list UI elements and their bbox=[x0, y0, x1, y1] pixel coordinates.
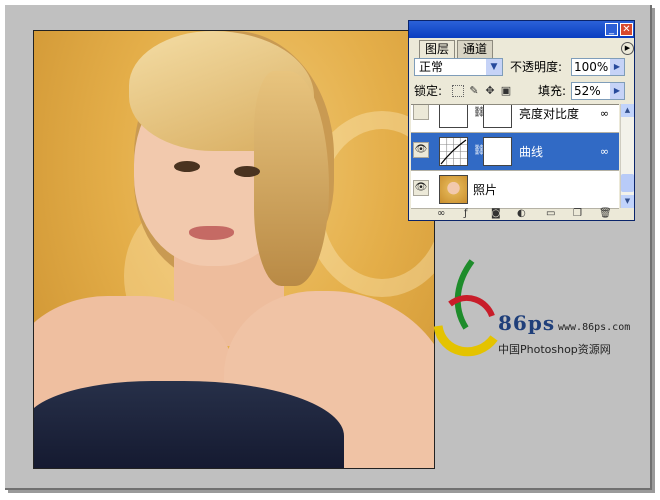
tab-layers[interactable]: 图层 bbox=[419, 40, 456, 58]
lips bbox=[189, 226, 234, 240]
panel-tabs: 图层 通道 bbox=[409, 40, 634, 58]
opacity-label: 不透明度: bbox=[510, 60, 563, 74]
scroll-down-icon[interactable]: ▼ bbox=[621, 195, 634, 208]
lock-row: 锁定: ✎ ✥ ▣ 填充: 52% ▶ bbox=[414, 82, 632, 102]
fill-input[interactable]: 52% ▶ bbox=[571, 82, 625, 100]
fill-value: 52% bbox=[574, 84, 601, 98]
fill-label: 填充: bbox=[538, 84, 567, 98]
visibility-toggle[interactable] bbox=[413, 105, 429, 120]
layers-scrollbar[interactable]: ▲ ▼ bbox=[620, 104, 634, 208]
eye-right bbox=[234, 166, 260, 177]
layers-panel: _ ✕ 图层 通道 ▶ 正常 ▼ 不透明度: 100% ▶ 锁定: ✎ ✥ ▣ … bbox=[408, 20, 635, 221]
eye-icon[interactable]: 👁 bbox=[413, 180, 429, 196]
scroll-up-icon[interactable]: ▲ bbox=[621, 104, 634, 117]
new-layer-icon[interactable]: ❐ bbox=[573, 208, 582, 220]
photo-document[interactable] bbox=[33, 30, 435, 469]
site-logo: 86ps www.86ps.com 中国Photoshop资源网 bbox=[432, 256, 642, 376]
logo-caption: 中国Photoshop资源网 bbox=[498, 343, 611, 356]
new-group-icon[interactable]: ▭ bbox=[546, 208, 555, 220]
adjustment-thumbnail bbox=[439, 105, 468, 128]
minimize-button[interactable]: _ bbox=[605, 23, 618, 36]
curves-graph-icon bbox=[440, 138, 467, 165]
layer-row[interactable]: ⛓ 亮度对比度 ∞ bbox=[411, 105, 619, 133]
eye-icon[interactable]: 👁 bbox=[413, 142, 429, 158]
opacity-arrow-icon[interactable]: ▶ bbox=[610, 59, 624, 75]
adjustment-layer-icon[interactable]: ◐ bbox=[517, 208, 526, 220]
link-icon: ∞ bbox=[599, 145, 609, 158]
blend-row: 正常 ▼ 不透明度: 100% ▶ bbox=[414, 58, 632, 78]
eye-left bbox=[174, 161, 200, 172]
lock-transparency-icon[interactable] bbox=[452, 85, 464, 97]
logo-number: 86ps bbox=[498, 311, 556, 335]
lock-move-icon[interactable]: ✥ bbox=[484, 85, 496, 97]
lock-all-icon[interactable]: ▣ bbox=[500, 85, 512, 97]
layers-list: ⛓ 亮度对比度 ∞ 👁 ⛓ 曲线 ∞ 👁 照片 bbox=[411, 104, 619, 209]
mask-thumbnail bbox=[483, 105, 512, 128]
lock-label: 锁定: bbox=[414, 84, 443, 98]
layer-name: 照片 bbox=[473, 183, 498, 197]
link-icon: ∞ bbox=[599, 107, 609, 120]
link-layers-icon[interactable]: ∞ bbox=[437, 208, 445, 220]
opacity-input[interactable]: 100% ▶ bbox=[571, 58, 625, 76]
photo-thumbnail bbox=[439, 175, 468, 204]
panel-titlebar[interactable]: _ ✕ bbox=[409, 21, 634, 38]
lock-brush-icon[interactable]: ✎ bbox=[468, 85, 480, 97]
close-button[interactable]: ✕ bbox=[620, 23, 633, 36]
curves-thumbnail bbox=[439, 137, 468, 166]
panel-menu-icon[interactable]: ▶ bbox=[621, 42, 634, 55]
opacity-value: 100% bbox=[574, 60, 609, 74]
tab-channels[interactable]: 通道 bbox=[457, 40, 494, 58]
mask-thumbnail bbox=[483, 137, 512, 166]
layer-row[interactable]: 👁 ⛓ 曲线 ∞ bbox=[411, 133, 619, 171]
layer-row[interactable]: 👁 照片 bbox=[411, 171, 619, 209]
layer-name: 亮度对比度 bbox=[519, 107, 580, 121]
chevron-down-icon: ▼ bbox=[486, 59, 502, 75]
scroll-thumb[interactable] bbox=[621, 174, 634, 192]
blend-mode-select[interactable]: 正常 ▼ bbox=[414, 58, 503, 76]
layer-name: 曲线 bbox=[519, 145, 544, 159]
blend-mode-value: 正常 bbox=[419, 60, 444, 74]
add-mask-icon[interactable]: ◙ bbox=[491, 208, 501, 220]
trash-icon[interactable]: 🗑 bbox=[599, 208, 612, 220]
fill-arrow-icon[interactable]: ▶ bbox=[610, 83, 624, 99]
panel-bottom-toolbar: ∞ ƒ ◙ ◐ ▭ ❐ 🗑 bbox=[409, 208, 634, 220]
logo-url: www.86ps.com bbox=[558, 322, 631, 333]
layer-style-icon[interactable]: ƒ bbox=[464, 208, 468, 220]
